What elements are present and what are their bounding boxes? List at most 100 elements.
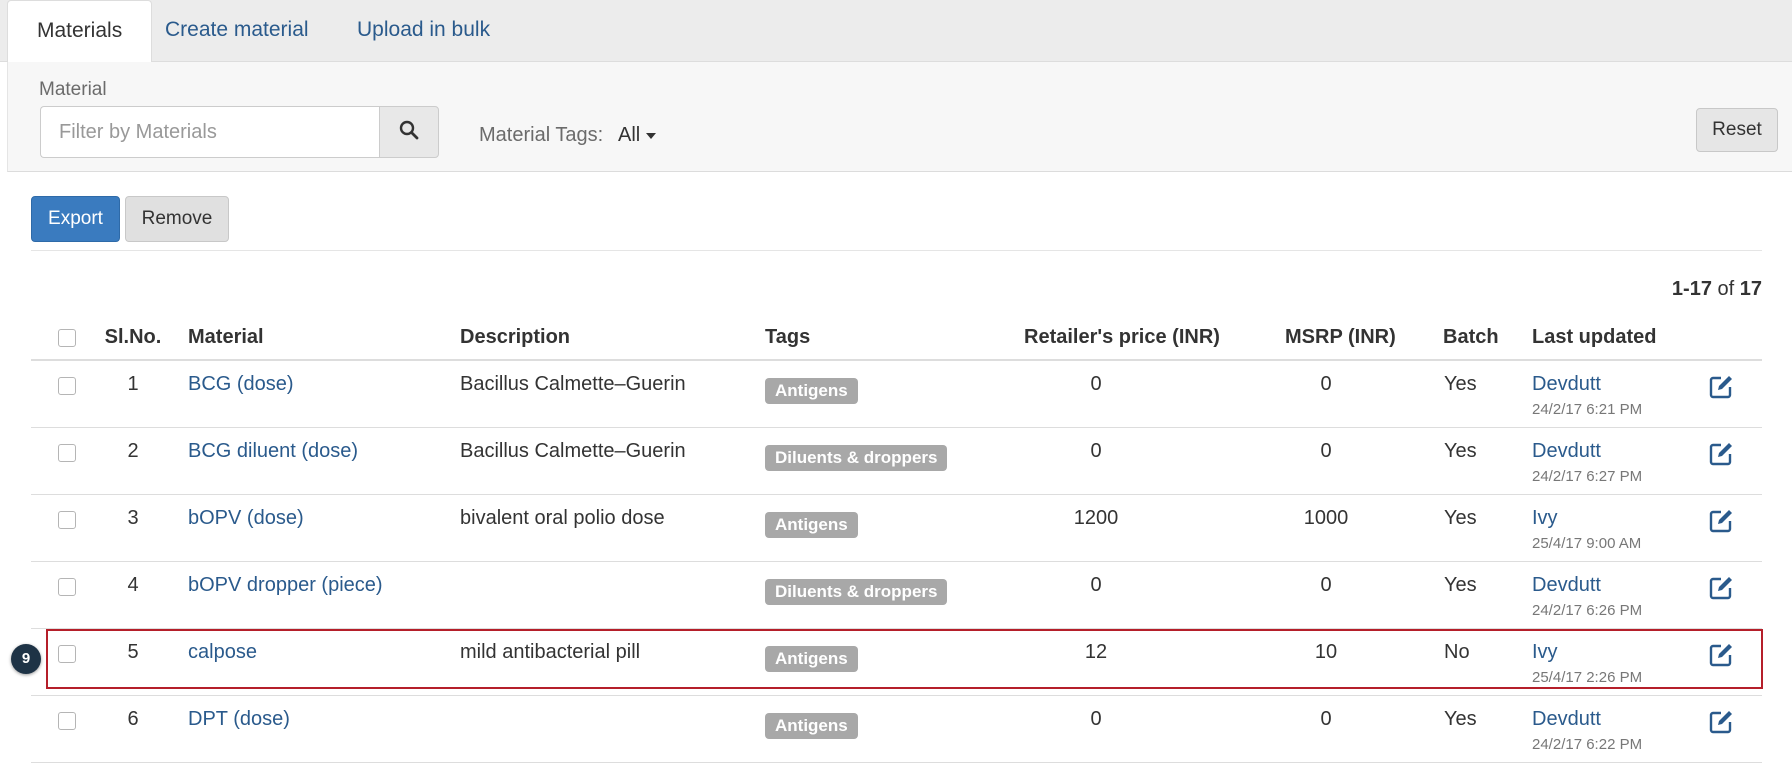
row-retailer-price: 1200 [1073,507,1119,529]
tab-upload-in-bulk[interactable]: Upload in bulk [328,0,519,62]
row-batch: Yes [1444,440,1477,462]
table-row: 5 calpose mild antibacterial pill Antigens 1… [31,629,1762,696]
header-batch: Batch [1443,326,1499,348]
row-checkbox[interactable] [58,578,76,596]
material-link[interactable]: bOPV dropper (piece) [188,574,383,597]
row-checkbox[interactable] [58,511,76,529]
edit-icon[interactable] [1708,508,1734,534]
table-row: 1 BCG (dose) Bacillus Calmette–Guerin Antig… [31,361,1762,428]
updated-by-link[interactable]: Ivy [1532,507,1558,530]
remove-button[interactable]: Remove [125,196,229,242]
reset-button[interactable]: Reset [1696,108,1778,152]
material-link[interactable]: calpose [188,641,257,664]
row-batch: Yes [1444,507,1477,529]
row-description: mild antibacterial pill [460,641,641,663]
row-batch: Yes [1444,708,1477,730]
material-link[interactable]: BCG (dose) [188,373,294,396]
row-checkbox[interactable] [58,645,76,663]
row-batch: Yes [1444,373,1477,395]
row-msrp: 0 [1320,373,1332,395]
search-icon [399,120,419,145]
header-slno: Sl.No. [104,326,162,348]
updated-date: 24/2/17 6:22 PM [1532,736,1643,753]
row-checkbox[interactable] [58,712,76,730]
row-retailer-price: 0 [1090,708,1102,730]
row-slno: 3 [127,507,139,529]
table-header: Sl.No. Material Description Tags Retaile… [31,316,1762,361]
row-retailer-price: 0 [1090,574,1102,596]
updated-date: 24/2/17 6:21 PM [1532,401,1643,418]
row-msrp: 10 [1314,641,1338,663]
row-msrp: 0 [1320,440,1332,462]
tag-badge: Antigens [765,512,858,538]
tab-materials[interactable]: Materials [7,0,153,63]
filter-label: Material [39,79,107,100]
updated-date: 24/2/17 6:26 PM [1532,602,1643,619]
materials-table: Sl.No. Material Description Tags Retaile… [31,316,1762,763]
table-row: 4 bOPV dropper (piece) Diluents & droppers… [31,562,1762,629]
updated-by-link[interactable]: Devdutt [1532,708,1601,731]
updated-by-link[interactable]: Ivy [1532,641,1558,664]
row-description: bivalent oral polio dose [460,507,665,529]
edit-icon[interactable] [1708,374,1734,400]
table-body: 1 BCG (dose) Bacillus Calmette–Guerin Antig… [31,361,1762,763]
divider [31,250,1762,251]
material-link[interactable]: DPT (dose) [188,708,290,731]
tag-badge: Diluents & droppers [765,579,948,605]
header-material[interactable]: Material [188,326,264,349]
row-batch: Yes [1444,574,1477,596]
row-retailer-price: 0 [1090,373,1102,395]
row-msrp: 0 [1320,574,1332,596]
material-filter-group [40,106,439,158]
updated-date: 25/4/17 9:00 AM [1532,535,1642,552]
updated-by-link[interactable]: Devdutt [1532,440,1601,463]
updated-date: 25/4/17 2:26 PM [1532,669,1643,686]
pagination-of: of [1717,278,1735,300]
pagination-info: 1-17 of 17 [1672,278,1762,301]
tag-badge: Diluents & droppers [765,445,948,471]
select-all-checkbox[interactable] [58,329,76,347]
updated-by-link[interactable]: Devdutt [1532,373,1601,396]
header-msrp: MSRP (INR) [1285,326,1396,348]
material-tags-label: Material Tags: [479,124,604,146]
edit-icon[interactable] [1708,642,1734,668]
tab-bar: Materials Create material Upload in bulk [0,0,1792,63]
row-retailer-price: 0 [1090,440,1102,462]
header-retailer-price: Retailer's price (INR) [1024,326,1220,348]
row-description: Bacillus Calmette–Guerin [460,440,686,462]
material-tags-value: All [618,124,641,146]
search-button[interactable] [379,106,439,158]
row-slno: 5 [127,641,139,663]
row-msrp: 0 [1320,708,1332,730]
pagination-range: 1-17 [1671,278,1712,300]
material-filter-input[interactable] [40,106,379,158]
material-tags-dropdown[interactable]: All [618,124,657,147]
row-checkbox[interactable] [58,444,76,462]
row-batch: No [1444,641,1470,663]
header-last-updated: Last updated [1532,326,1657,348]
updated-date: 24/2/17 6:27 PM [1532,468,1643,485]
header-tags: Tags [765,326,811,348]
row-slno: 4 [127,574,139,596]
export-button[interactable]: Export [31,196,120,242]
step-badge: 9 [11,644,41,674]
tab-create-material[interactable]: Create material [136,0,338,62]
row-slno: 2 [127,440,139,462]
tag-badge: Antigens [765,646,858,672]
filter-panel: Material Material Tags: All Reset [7,62,1792,172]
updated-by-link[interactable]: Devdutt [1532,574,1601,597]
edit-icon[interactable] [1708,441,1734,467]
edit-icon[interactable] [1708,575,1734,601]
material-link[interactable]: BCG diluent (dose) [188,440,358,463]
material-link[interactable]: bOPV (dose) [188,507,304,530]
table-row: 2 BCG diluent (dose) Bacillus Calmette–Gue… [31,428,1762,495]
row-checkbox[interactable] [58,377,76,395]
tag-badge: Antigens [765,713,858,739]
row-slno: 6 [127,708,139,730]
edit-icon[interactable] [1708,709,1734,735]
row-msrp: 1000 [1303,507,1349,529]
pagination-total: 17 [1739,278,1762,300]
header-description: Description [460,326,571,348]
table-row: 3 bOPV (dose) bivalent oral polio dose Anti… [31,495,1762,562]
tag-badge: Antigens [765,378,858,404]
